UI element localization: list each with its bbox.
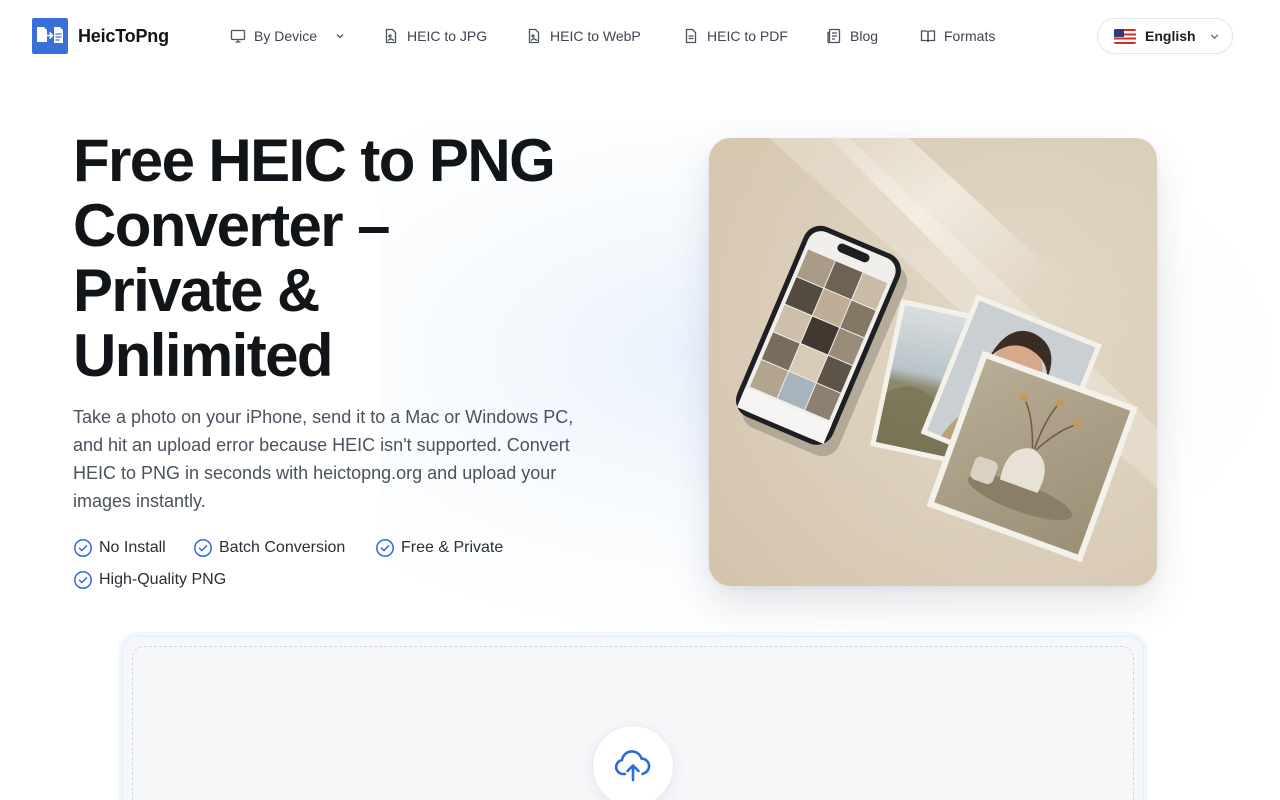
image-file-icon xyxy=(528,28,540,44)
nav-formats[interactable]: Formats xyxy=(920,24,1010,48)
nav-heic-to-pdf-label: HEIC to PDF xyxy=(707,28,788,44)
feature-label: High-Quality PNG xyxy=(99,571,227,588)
brand-logo[interactable]: HeicToPng xyxy=(32,18,169,54)
image-file-icon xyxy=(385,28,397,44)
brand-name: HeicToPng xyxy=(78,25,169,46)
upload-button[interactable] xyxy=(592,725,674,800)
hero-photo xyxy=(709,138,1157,586)
feature-item: Batch Conversion xyxy=(193,538,345,558)
language-label: English xyxy=(1145,28,1196,44)
feature-item: No Install xyxy=(73,538,166,558)
nav-heic-to-pdf[interactable]: HEIC to PDF xyxy=(683,24,826,48)
cloud-upload-icon xyxy=(614,750,651,782)
title-line: Free HEIC to PNG xyxy=(73,127,556,194)
nav-heic-to-jpg[interactable]: HEIC to JPG xyxy=(383,24,526,48)
check-circle-icon xyxy=(74,539,92,557)
title-line: Private & xyxy=(73,257,320,324)
nav-formats-label: Formats xyxy=(944,28,996,44)
chevron-down-icon xyxy=(1210,33,1218,39)
nav-heic-to-jpg-label: HEIC to JPG xyxy=(407,28,488,44)
chevron-down-icon xyxy=(336,34,344,39)
feature-label: Batch Conversion xyxy=(219,539,346,556)
language-selector[interactable]: English xyxy=(1097,18,1233,54)
feature-label: Free & Private xyxy=(401,539,504,556)
title-line: Converter – xyxy=(73,192,390,259)
nav-heic-to-webp-label: HEIC to WebP xyxy=(550,28,641,44)
title-line: Unlimited xyxy=(73,322,334,389)
nav-by-device[interactable]: By Device xyxy=(230,24,383,48)
check-circle-icon xyxy=(376,539,394,557)
site-header: HeicToPng By Device HEIC to JPG HEIC to … xyxy=(0,0,1280,72)
feature-item: High-Quality PNG xyxy=(73,570,226,590)
main-nav: By Device HEIC to JPG HEIC to WebP HEIC … xyxy=(230,24,1010,48)
check-circle-icon xyxy=(74,571,92,589)
nav-blog-label: Blog xyxy=(850,28,879,44)
nav-by-device-label: By Device xyxy=(254,28,318,44)
newspaper-icon xyxy=(827,28,841,44)
check-circle-icon xyxy=(194,539,212,557)
nav-blog[interactable]: Blog xyxy=(826,24,920,48)
nav-heic-to-webp[interactable]: HEIC to WebP xyxy=(526,24,683,48)
document-icon xyxy=(685,28,697,44)
book-open-icon xyxy=(920,30,936,43)
feature-label: No Install xyxy=(99,539,166,556)
feature-item: Free & Private xyxy=(375,538,503,558)
us-flag-icon xyxy=(1114,28,1136,44)
file-convert-icon xyxy=(32,18,68,54)
hero-description: Take a photo on your iPhone, send it to … xyxy=(73,407,574,511)
monitor-icon xyxy=(230,29,246,43)
page-title: Free HEIC to PNG Converter – Private & U… xyxy=(73,128,633,388)
